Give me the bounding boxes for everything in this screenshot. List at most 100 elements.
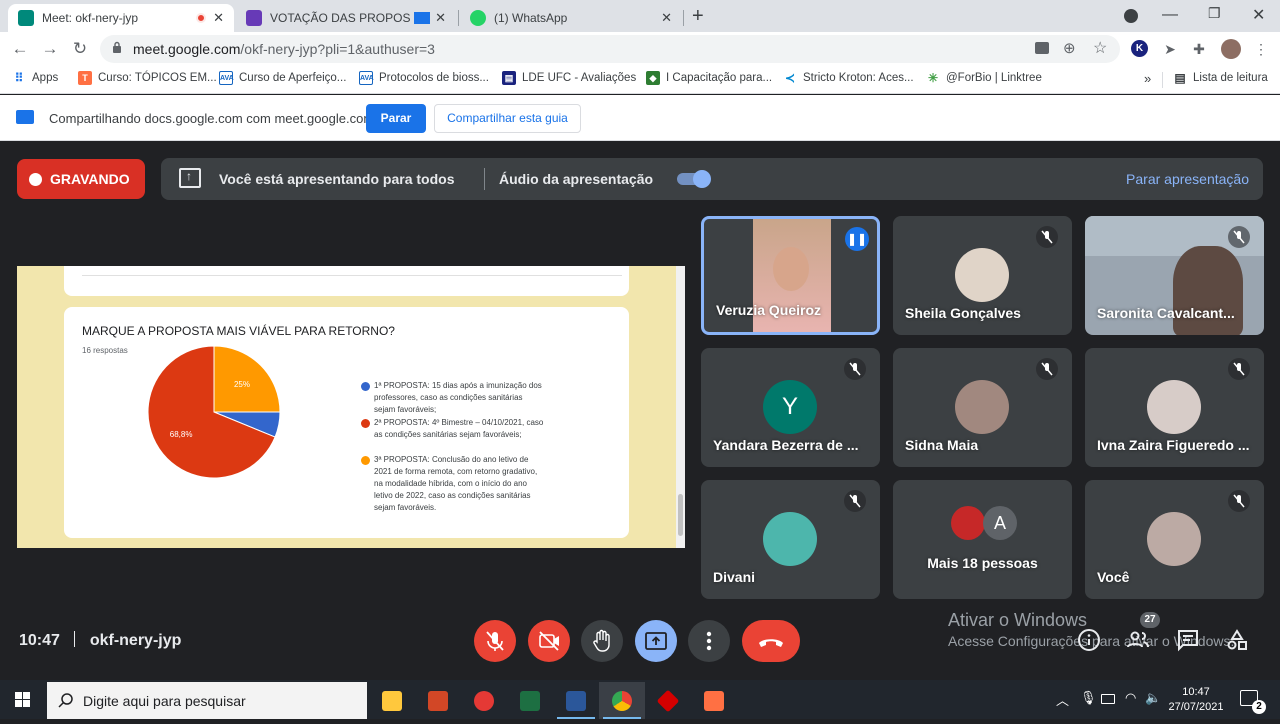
chat-button[interactable] [1176, 628, 1200, 652]
restore-icon[interactable]: ❐ [1208, 5, 1221, 22]
scrollbar[interactable] [676, 266, 685, 548]
present-now-button[interactable] [635, 620, 677, 662]
reading-list[interactable]: ▤ Lista de leitura [1173, 71, 1267, 85]
bookmark-item[interactable]: ≺ Stricto Kroton: Aces... [783, 71, 914, 85]
meeting-info: 10:47 okf-nery-jyp [19, 631, 181, 650]
avatar [955, 380, 1009, 434]
windows-taskbar: Digite aqui para pesquisar ︿ 🎙 ◠ 🔈 10:47… [0, 680, 1280, 719]
address-bar[interactable]: meet.google.com/okf-nery-jyp?pli=1&authu… [100, 35, 1120, 63]
participant-tile-others[interactable]: A Mais 18 pessoas [893, 480, 1072, 599]
bookmark-label: I Capacitação para... [666, 72, 773, 84]
participant-tile[interactable]: Saronita Cavalcant... [1085, 216, 1264, 335]
stop-sharing-button[interactable]: Parar [366, 104, 426, 133]
cursor-extension-icon[interactable]: ➤ [1161, 40, 1179, 58]
participant-tile[interactable]: Divani [701, 480, 880, 599]
pie-data-label: 68,8% [170, 430, 193, 439]
extensions-icon[interactable]: ✚ [1190, 40, 1208, 58]
menu-icon[interactable]: ⋮ [1252, 40, 1270, 58]
bookmark-item[interactable]: ◆ I Capacitação para... [646, 71, 772, 85]
speaking-indicator-icon: ❚❚ [845, 227, 869, 251]
more-options-button[interactable] [688, 620, 730, 662]
close-icon[interactable]: ✕ [661, 10, 672, 26]
wifi-icon[interactable]: ◠ [1125, 690, 1136, 706]
minimize-icon[interactable]: — [1162, 6, 1178, 24]
tab-forms[interactable]: VOTAÇÃO DAS PROPOSTAS ✕ [236, 4, 456, 32]
bookmark-label: Curso de Aperfeiço... [239, 72, 347, 84]
start-button[interactable] [0, 680, 46, 719]
bookmark-star-icon[interactable]: ☆ [1093, 38, 1107, 58]
bookmark-item[interactable]: AVA Curso de Aperfeiço... [219, 71, 346, 85]
participant-name: Saronita Cavalcant... [1097, 305, 1235, 321]
close-icon[interactable]: ✕ [213, 10, 224, 26]
tray-overflow-icon[interactable]: ︿ [1056, 690, 1069, 709]
participant-tile[interactable]: Ivna Zaira Figueredo ... [1085, 348, 1264, 467]
avatar[interactable] [1221, 39, 1241, 59]
apps-grid-icon: ⠿ [14, 71, 24, 85]
mic-toggle-button[interactable] [474, 620, 516, 662]
close-icon[interactable]: ✕ [435, 10, 446, 26]
new-tab-button[interactable]: + [692, 5, 704, 28]
bookmark-item[interactable]: ✳ @ForBio | Linktree [926, 71, 1042, 85]
recording-indicator-icon [196, 13, 206, 23]
participant-tile-self[interactable]: Você [1085, 480, 1264, 599]
pdf-icon [704, 691, 724, 711]
taskbar-powerpoint[interactable] [415, 682, 461, 719]
linktree-icon: ✳ [927, 71, 939, 85]
microphone-icon[interactable]: 🎙 [1080, 690, 1097, 706]
profile-extension-icon[interactable]: K [1131, 40, 1148, 57]
taskbar-app[interactable] [461, 682, 507, 719]
bookmark-item[interactable]: T Curso: TÓPICOS EM... [78, 71, 217, 85]
reading-list-icon: ▤ [1174, 71, 1186, 85]
participant-tile[interactable]: Y Yandara Bezerra de ... [701, 348, 880, 467]
battery-icon[interactable] [1101, 694, 1115, 704]
taskbar-app[interactable] [645, 682, 691, 719]
activities-button[interactable] [1225, 628, 1249, 652]
taskbar-pdf[interactable] [691, 682, 737, 719]
participant-tile[interactable]: Sidna Maia [893, 348, 1072, 467]
camera-in-use-icon[interactable] [1035, 42, 1049, 54]
taskbar-word[interactable] [553, 682, 599, 719]
taskbar-chrome[interactable] [599, 682, 645, 719]
raise-hand-button[interactable] [581, 620, 623, 662]
legend-item: 3ª PROPOSTA: Conclusão do ano letivo de … [361, 454, 544, 514]
meeting-time: 10:47 [19, 632, 60, 649]
search-placeholder: Digite aqui para pesquisar [83, 693, 246, 709]
reload-icon[interactable]: ↻ [69, 38, 91, 60]
taskbar-file-explorer[interactable] [369, 682, 415, 719]
legend-label: 2ª PROPOSTA: 4º Bimestre – 04/10/2021, c… [374, 418, 544, 439]
chrome-icon [612, 691, 632, 711]
tab-meet[interactable]: Meet: okf-nery-jyp ✕ [8, 4, 234, 32]
tab-whatsapp[interactable]: (1) WhatsApp ✕ [460, 4, 682, 32]
tab-search-icon[interactable] [1124, 9, 1138, 23]
bookmark-item[interactable]: AVA Protocolos de bioss... [359, 71, 489, 85]
tab-title: Meet: okf-nery-jyp [42, 11, 139, 25]
scrollbar-thumb[interactable] [678, 494, 683, 536]
bookmarks-overflow-icon[interactable]: » [1144, 71, 1151, 86]
excel-icon [520, 691, 540, 711]
bookmark-apps[interactable]: ⠿ Apps [12, 71, 59, 85]
clock-date: 27/07/2021 [1168, 701, 1224, 713]
people-button[interactable] [1126, 628, 1150, 652]
meeting-details-button[interactable] [1077, 628, 1101, 652]
taskbar-clock[interactable]: 10:47 27/07/2021 [1168, 685, 1224, 715]
leave-call-button[interactable] [742, 620, 800, 662]
taskbar-search-box[interactable]: Digite aqui para pesquisar [47, 682, 367, 719]
audio-toggle[interactable] [675, 170, 711, 188]
taskbar-excel[interactable] [507, 682, 553, 719]
participant-tile[interactable]: ❚❚ Veruzia Queiroz [701, 216, 880, 335]
forward-icon[interactable]: → [39, 38, 61, 60]
url-text: meet.google.com/okf-nery-jyp?pli=1&authu… [133, 41, 435, 57]
stop-presenting-button[interactable]: Parar apresentação [1126, 171, 1249, 187]
legend-label: 1ª PROPOSTA: 15 dias após a imunização d… [374, 381, 542, 414]
participant-tile[interactable]: Sheila Gonçalves [893, 216, 1072, 335]
volume-icon[interactable]: 🔈 [1145, 690, 1161, 706]
zoom-icon[interactable]: ⊕ [1063, 39, 1076, 57]
bookmark-item[interactable]: ▤ LDE UFC - Avaliações [502, 71, 636, 85]
avatar: A [983, 506, 1017, 540]
share-this-tab-button[interactable]: Compartilhar esta guia [434, 104, 581, 133]
camera-toggle-button[interactable] [528, 620, 570, 662]
avatar: Y [763, 380, 817, 434]
recording-button[interactable]: GRAVANDO [17, 159, 145, 199]
back-icon[interactable]: ← [9, 38, 31, 60]
close-window-icon[interactable]: ✕ [1252, 5, 1265, 25]
